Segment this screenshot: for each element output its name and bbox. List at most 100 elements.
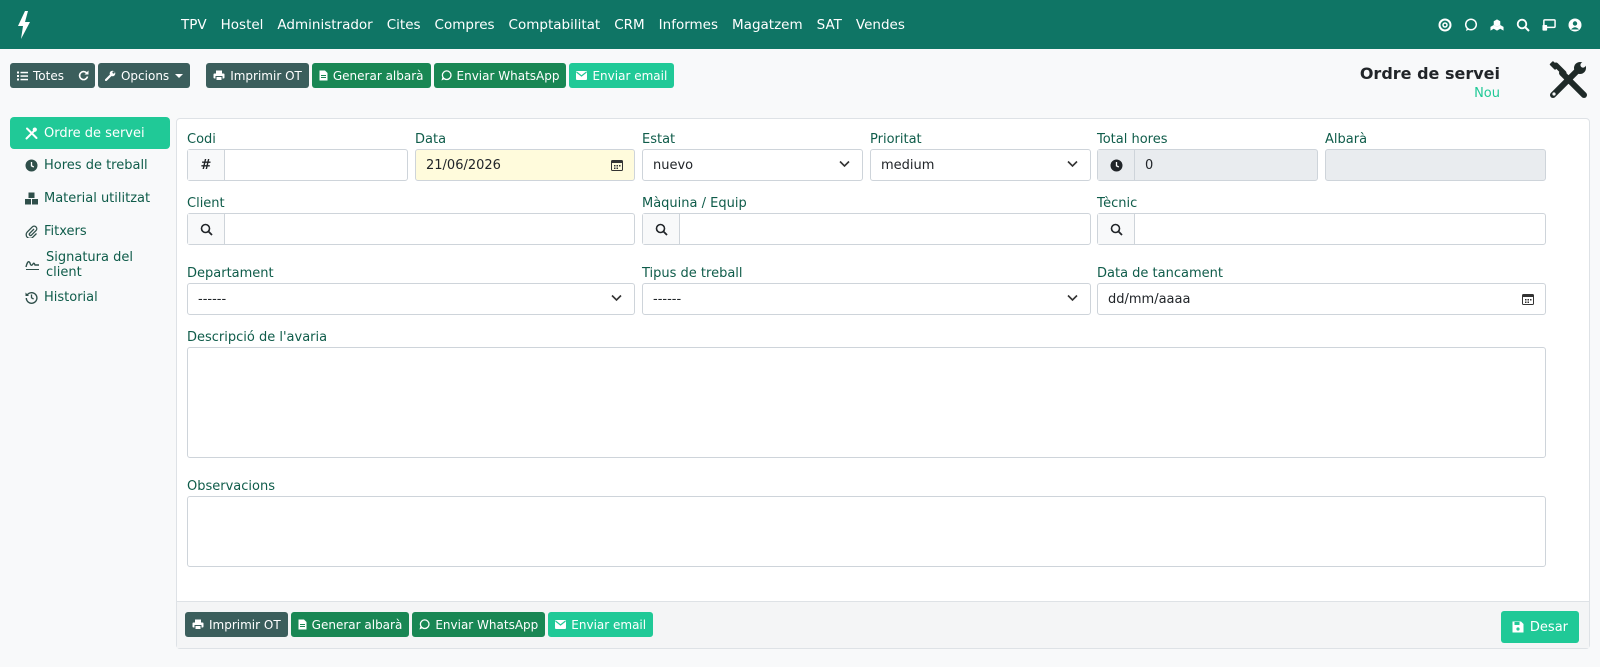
albara-label: Albarà: [1325, 132, 1368, 147]
departament-select[interactable]: ------: [187, 283, 635, 315]
tecnic-label: Tècnic: [1097, 196, 1138, 211]
chevron-down-icon: [1067, 160, 1078, 168]
file-icon: [319, 70, 328, 81]
generate-invoice-button[interactable]: Generar albarà: [311, 63, 431, 88]
estat-label: Estat: [642, 132, 676, 147]
refresh-icon[interactable]: [78, 70, 89, 81]
calendar-icon[interactable]: [611, 159, 623, 171]
print-ot-button[interactable]: Imprimir OT: [206, 63, 309, 88]
whatsapp-icon[interactable]: [1464, 17, 1478, 32]
total-hores-label: Total hores: [1097, 132, 1168, 147]
menu-item-cites[interactable]: Cites: [387, 17, 421, 33]
history-icon: [25, 291, 38, 304]
support-icon[interactable]: [1438, 18, 1452, 32]
sidebar-item-label: Ordre de servei: [44, 125, 145, 141]
observacions-label: Observacions: [187, 479, 275, 494]
sidebar-item-history[interactable]: Historial: [10, 281, 170, 314]
signature-icon: [25, 260, 39, 270]
chevron-down-icon: [1067, 294, 1078, 302]
total-hores-field: 0: [1097, 149, 1318, 181]
menu-item-sat[interactable]: SAT: [817, 17, 842, 33]
chevron-down-icon: [611, 294, 622, 302]
all-button-label: Totes: [33, 68, 64, 83]
print-icon: [213, 70, 225, 81]
prioritat-label: Prioritat: [870, 132, 922, 147]
save-label: Desar: [1529, 619, 1568, 635]
sidebar-item-signature[interactable]: Signatura del client: [10, 248, 170, 281]
closing-date-input[interactable]: dd/mm/aaaa: [1097, 283, 1546, 315]
whatsapp-icon: [419, 619, 430, 630]
modules-icon[interactable]: [1490, 18, 1504, 32]
estat-select[interactable]: nuevo: [642, 149, 863, 181]
sidebar-item-work-hours[interactable]: Hores de treball: [10, 149, 170, 182]
menu-item-vendes[interactable]: Vendes: [856, 17, 905, 33]
codi-field[interactable]: #: [187, 149, 408, 181]
user-icon[interactable]: [1568, 18, 1582, 32]
send-whatsapp-button[interactable]: Enviar WhatsApp: [412, 612, 546, 637]
footer-actions: Imprimir OT Generar albarà Enviar WhatsA…: [185, 612, 654, 637]
search-icon[interactable]: [1516, 18, 1530, 32]
menu-item-compres[interactable]: Compres: [435, 17, 495, 33]
options-dropdown[interactable]: Opcions: [97, 63, 191, 88]
tools-icon: [25, 127, 38, 139]
print-icon: [192, 619, 204, 630]
departament-label: Departament: [187, 266, 274, 281]
generate-invoice-button[interactable]: Generar albarà: [290, 612, 410, 637]
sidebar-item-files[interactable]: Fitxers: [10, 215, 170, 248]
boxes-icon: [25, 192, 38, 205]
tools-icon: [1549, 61, 1587, 98]
send-whatsapp-label: Enviar WhatsApp: [435, 617, 539, 632]
menu-item-crm[interactable]: CRM: [614, 17, 644, 33]
send-email-button[interactable]: Enviar email: [569, 63, 675, 88]
sidebar-item-label: Signatura del client: [46, 249, 133, 280]
menu-item-comptabilitat[interactable]: Comptabilitat: [509, 17, 601, 33]
whatsapp-icon: [441, 70, 452, 81]
sidebar-item-material[interactable]: Material utilitzat: [10, 182, 170, 215]
print-ot-button[interactable]: Imprimir OT: [185, 612, 288, 637]
technician-search-input[interactable]: [1097, 213, 1546, 245]
calendar-icon[interactable]: [1522, 293, 1534, 305]
screen-icon[interactable]: [1542, 18, 1556, 32]
tipus-value: ------: [653, 291, 682, 307]
toolbar: Totes Opcions Imprimir OT Generar albarà…: [10, 63, 675, 88]
all-button[interactable]: Totes: [10, 63, 95, 88]
save-button[interactable]: Desar: [1500, 611, 1579, 643]
data-tancament-label: Data de tancament: [1097, 266, 1223, 281]
descripcio-label: Descripció de l'avaria: [187, 330, 328, 345]
menu-item-magatzem[interactable]: Magatzem: [732, 17, 803, 33]
bolt-icon: [17, 10, 30, 39]
fault-description-textarea[interactable]: [187, 347, 1546, 458]
form-footer: Imprimir OT Generar albarà Enviar WhatsA…: [177, 601, 1589, 648]
sidebar: Ordre de servei Hores de treball Materia…: [10, 117, 170, 314]
sidebar-item-service-order[interactable]: Ordre de servei: [10, 117, 170, 149]
client-label: Client: [187, 196, 225, 211]
menu-item-tpv[interactable]: TPV: [181, 17, 207, 33]
send-email-button[interactable]: Enviar email: [548, 612, 654, 637]
search-icon[interactable]: [1098, 214, 1135, 244]
data-tancament-value: dd/mm/aaaa: [1108, 291, 1191, 307]
prioritat-value: medium: [881, 157, 935, 173]
floppy-icon: [1512, 621, 1524, 633]
observations-textarea[interactable]: [187, 496, 1546, 567]
chevron-down-icon: [175, 73, 184, 78]
departament-value: ------: [198, 291, 227, 307]
main-menu: TPV Hostel Administrador Cites Compres C…: [181, 17, 919, 33]
menu-item-administrador[interactable]: Administrador: [277, 17, 372, 33]
tipus-label: Tipus de treball: [642, 266, 743, 281]
page-header: Ordre de servei Nou: [1360, 64, 1500, 101]
search-icon[interactable]: [188, 214, 225, 244]
menu-item-informes[interactable]: Informes: [659, 17, 718, 33]
hash-icon: #: [188, 150, 225, 180]
client-search-input[interactable]: [187, 213, 635, 245]
brand-logo[interactable]: [0, 0, 47, 49]
envelope-icon: [555, 620, 567, 629]
work-type-select[interactable]: ------: [642, 283, 1091, 315]
search-icon[interactable]: [643, 214, 680, 244]
prioritat-select[interactable]: medium: [870, 149, 1091, 181]
total-hores-value: 0: [1145, 157, 1154, 173]
send-email-label: Enviar email: [592, 68, 668, 83]
machine-search-input[interactable]: [642, 213, 1091, 245]
menu-item-hostel[interactable]: Hostel: [221, 17, 264, 33]
send-whatsapp-button[interactable]: Enviar WhatsApp: [433, 63, 567, 88]
data-field[interactable]: 21/06/2026: [415, 149, 635, 181]
